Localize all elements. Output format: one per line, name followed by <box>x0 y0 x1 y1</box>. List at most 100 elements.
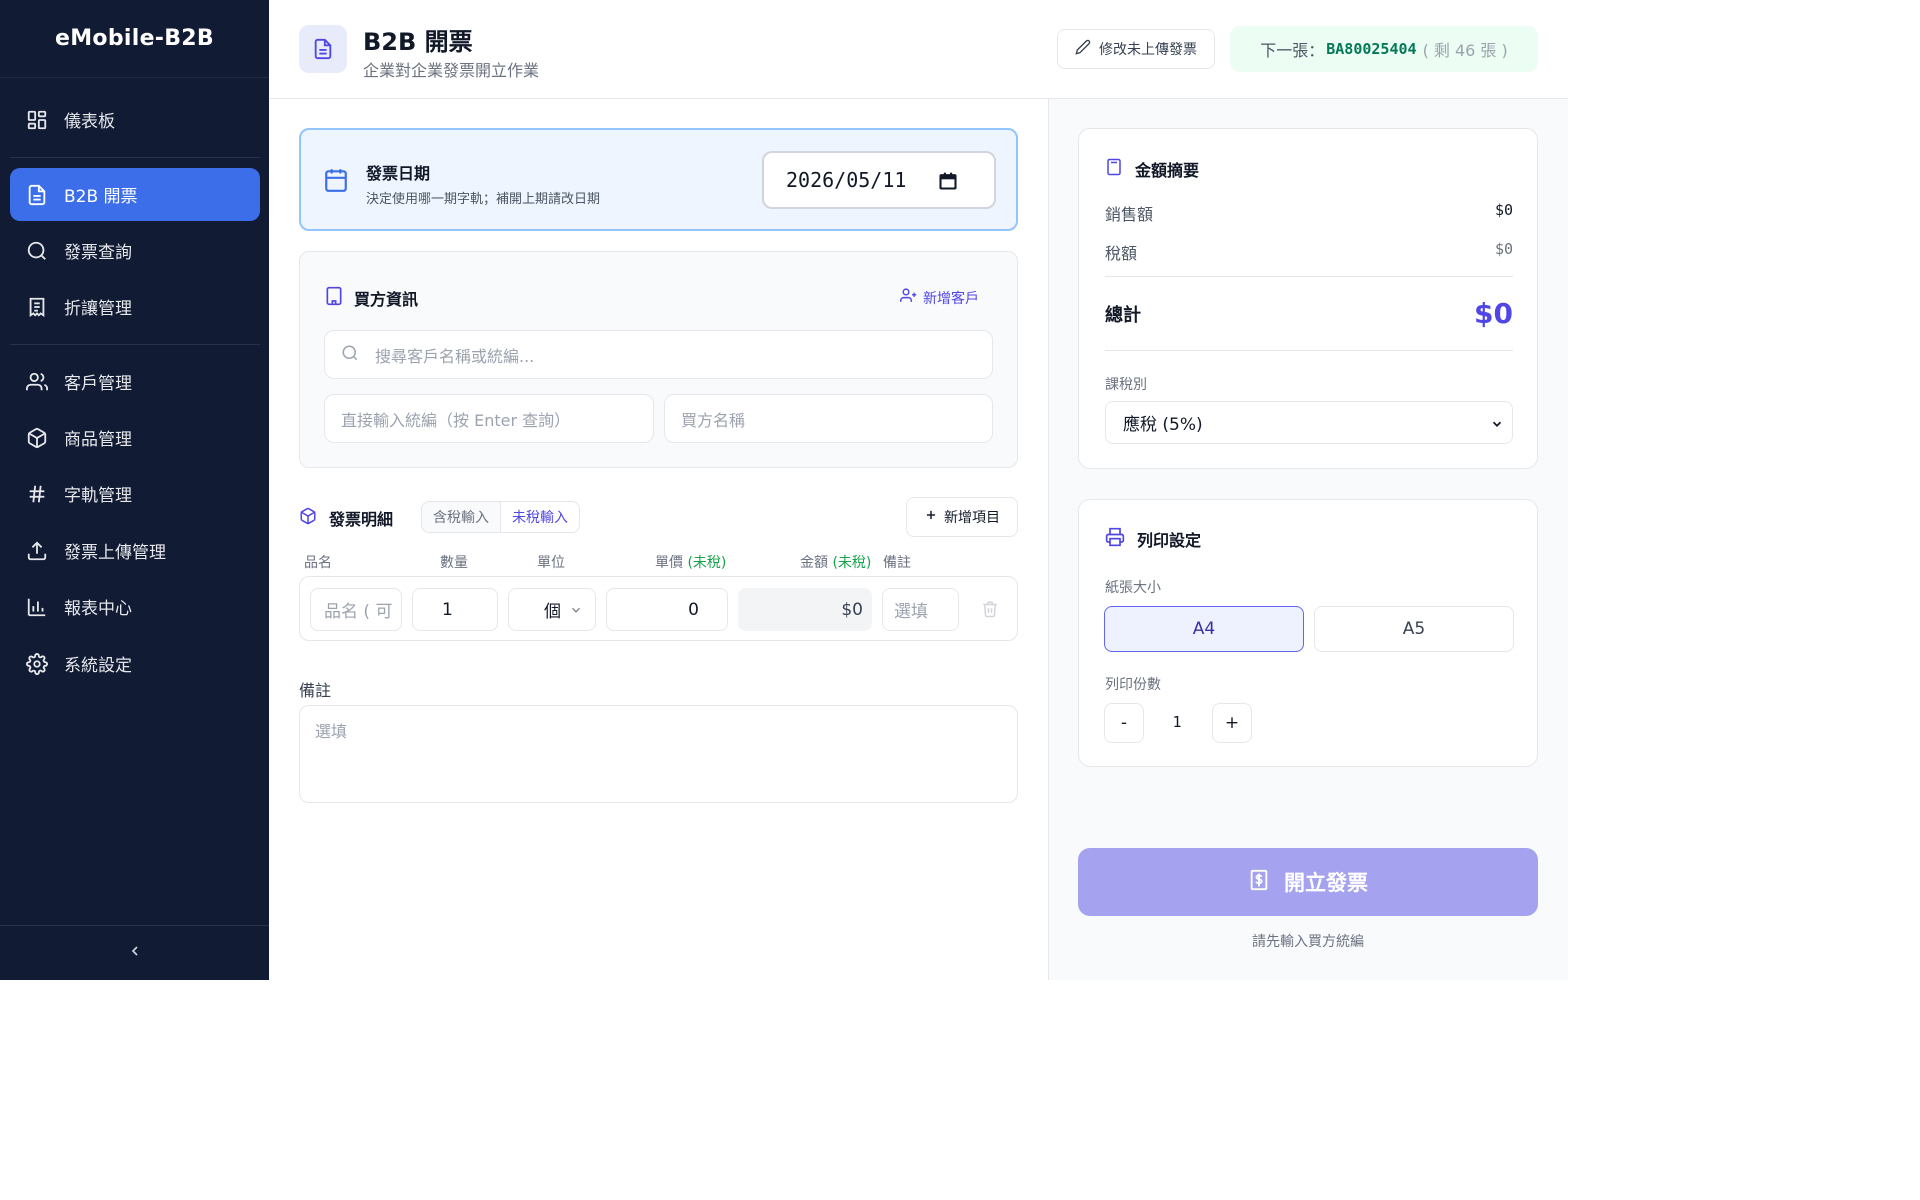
toggle-tax-included[interactable]: 含稅輸入 <box>422 502 501 532</box>
total-value: $0 <box>1474 297 1513 330</box>
sidebar-item-customers[interactable]: 客戶管理 <box>10 355 260 408</box>
sidebar-item-label: 報表中心 <box>64 599 132 619</box>
item-remark-placeholder: 選填 <box>894 602 928 622</box>
search-icon <box>341 344 359 366</box>
sidebar-item-dashboard[interactable]: 儀表板 <box>10 93 260 146</box>
printer-icon <box>1105 527 1125 551</box>
next-label: 下一張： <box>1260 41 1325 60</box>
remark-textarea[interactable]: 選填 <box>299 705 1018 803</box>
sidebar-collapse-button[interactable] <box>0 925 269 980</box>
col-header-name: 品名 <box>304 555 332 571</box>
sales-value: $0 <box>1494 201 1513 219</box>
items-title-label: 發票明細 <box>329 510 394 529</box>
issue-hint: 請先輸入買方統編 <box>1252 934 1364 950</box>
buyer-name-placeholder: 買方名稱 <box>681 410 746 430</box>
customer-search-input[interactable]: 搜尋客戶名稱或統編... <box>324 330 993 379</box>
issue-invoice-button[interactable]: 開立發票 <box>1078 848 1538 916</box>
sidebar-item-tracks[interactable]: 字軌管理 <box>10 467 260 520</box>
page-subtitle: 企業對企業發票開立作業 <box>363 61 540 80</box>
total-row: 總計 $0 <box>1105 297 1513 330</box>
item-amount-value: $0 <box>738 588 872 631</box>
sidebar-item-label: 折讓管理 <box>64 299 132 319</box>
upload-icon <box>26 540 48 562</box>
add-item-button[interactable]: 新增項目 <box>906 497 1018 537</box>
copies-value: 1 <box>1172 713 1182 731</box>
table-row: 品名 ( 可 1 個 0 $0 選填 <box>299 576 1018 641</box>
sidebar-item-allowance[interactable]: 折讓管理 <box>10 280 260 333</box>
calendar-picker-icon[interactable] <box>938 171 958 196</box>
col-header-remark: 備註 <box>883 555 911 571</box>
sidebar-item-products[interactable]: 商品管理 <box>10 411 260 464</box>
item-price-input[interactable]: 0 <box>606 588 728 631</box>
tax-row: 稅額 $0 <box>1105 240 1513 264</box>
add-item-label: 新增項目 <box>944 510 1000 526</box>
tax-type-value: 應稅 (5%) <box>1123 415 1203 435</box>
item-name-input[interactable]: 品名 ( 可 <box>310 588 402 631</box>
tax-type-select[interactable]: 應稅 (5%) <box>1105 401 1513 444</box>
print-title-label: 列印設定 <box>1137 531 1202 550</box>
remaining-count: ( 剩 46 張 ) <box>1422 41 1508 60</box>
buyer-title-label: 買方資訊 <box>354 290 419 309</box>
hash-icon <box>26 483 48 505</box>
tax-label: 稅額 <box>1105 244 1138 263</box>
sidebar-item-settings[interactable]: 系統設定 <box>10 637 260 690</box>
remark-label: 備註 <box>299 681 332 700</box>
sidebar-item-label: B2B 開票 <box>64 187 138 207</box>
invoice-date-input[interactable]: 2026/05/11 <box>762 151 996 209</box>
sidebar-item-reports[interactable]: 報表中心 <box>10 580 260 633</box>
amount-summary-card: 金額摘要 銷售額 $0 稅額 $0 總計 $0 課稅別 應稅 (5%) <box>1078 128 1538 469</box>
brand-logo: eMobile-B2B <box>0 0 269 78</box>
divider <box>10 344 260 345</box>
trash-icon[interactable] <box>981 599 999 623</box>
item-unit-select[interactable]: 個 <box>508 588 596 631</box>
buyer-info-card: 買方資訊 新增客戶 搜尋客戶名稱或統編... 直接輸入統編（按 Enter 查詢… <box>299 251 1018 468</box>
paper-a4-button[interactable]: A4 <box>1104 606 1304 652</box>
paper-a5-button[interactable]: A5 <box>1314 606 1514 652</box>
add-customer-label: 新增客戶 <box>923 290 979 307</box>
date-value: 2026/05/11 <box>786 168 907 192</box>
chevron-left-icon <box>127 943 143 963</box>
tax-id-input[interactable]: 直接輸入統編（按 Enter 查詢） <box>324 394 654 443</box>
items-title: 發票明細 <box>299 506 393 530</box>
date-title: 發票日期 <box>366 164 431 183</box>
building-icon <box>324 286 344 310</box>
sidebar-item-invoice-search[interactable]: 發票查詢 <box>10 224 260 277</box>
dashboard-icon <box>26 109 48 131</box>
box-icon <box>299 507 317 529</box>
copies-minus-button[interactable]: - <box>1104 703 1144 743</box>
copies-plus-button[interactable]: + <box>1212 703 1252 743</box>
chevron-down-icon <box>569 602 583 622</box>
amount-header-note: (未稅) <box>832 555 872 571</box>
sidebar-item-upload[interactable]: 發票上傳管理 <box>10 524 260 577</box>
invoice-date-card: 發票日期 決定使用哪一期字軌；補開上期請改日期 2026/05/11 <box>299 128 1018 231</box>
sidebar: eMobile-B2B 儀表板 B2B 開票 發票查詢 折讓管理 客戶管理 商品… <box>0 0 269 980</box>
page-title: B2B 開票 <box>363 28 473 56</box>
price-header-label: 單價 <box>655 555 683 571</box>
chevron-down-icon <box>1490 416 1504 436</box>
divider <box>10 157 260 158</box>
item-price-value: 0 <box>688 599 699 620</box>
add-customer-link[interactable]: 新增客戶 <box>900 287 979 308</box>
date-description: 決定使用哪一期字軌；補開上期請改日期 <box>366 192 601 207</box>
item-remark-input[interactable]: 選填 <box>882 588 959 631</box>
col-header-unit: 單位 <box>537 555 565 571</box>
box-icon <box>26 427 48 449</box>
item-name-placeholder: 品名 ( 可 <box>324 602 393 622</box>
buyer-title: 買方資訊 <box>324 286 418 310</box>
copies-label: 列印份數 <box>1105 677 1161 693</box>
search-placeholder: 搜尋客戶名稱或統編... <box>375 346 535 366</box>
item-amount-text: $0 <box>841 599 863 620</box>
page-header: B2B 開票 企業對企業發票開立作業 修改未上傳發票 下一張： BA800254… <box>269 0 1568 99</box>
bar-chart-icon <box>26 596 48 618</box>
item-qty-input[interactable]: 1 <box>412 588 498 631</box>
file-text-icon <box>299 25 347 73</box>
toggle-tax-excluded[interactable]: 未稅輸入 <box>501 502 579 532</box>
user-plus-icon <box>900 287 917 308</box>
sales-row: 銷售額 $0 <box>1105 201 1513 225</box>
price-header-note: (未稅) <box>687 555 727 571</box>
sidebar-item-label: 儀表板 <box>64 112 115 132</box>
buyer-name-input[interactable]: 買方名稱 <box>664 394 993 443</box>
edit-unuploaded-button[interactable]: 修改未上傳發票 <box>1057 29 1215 69</box>
total-label: 總計 <box>1105 304 1141 326</box>
sidebar-item-b2b-invoice[interactable]: B2B 開票 <box>10 168 260 221</box>
